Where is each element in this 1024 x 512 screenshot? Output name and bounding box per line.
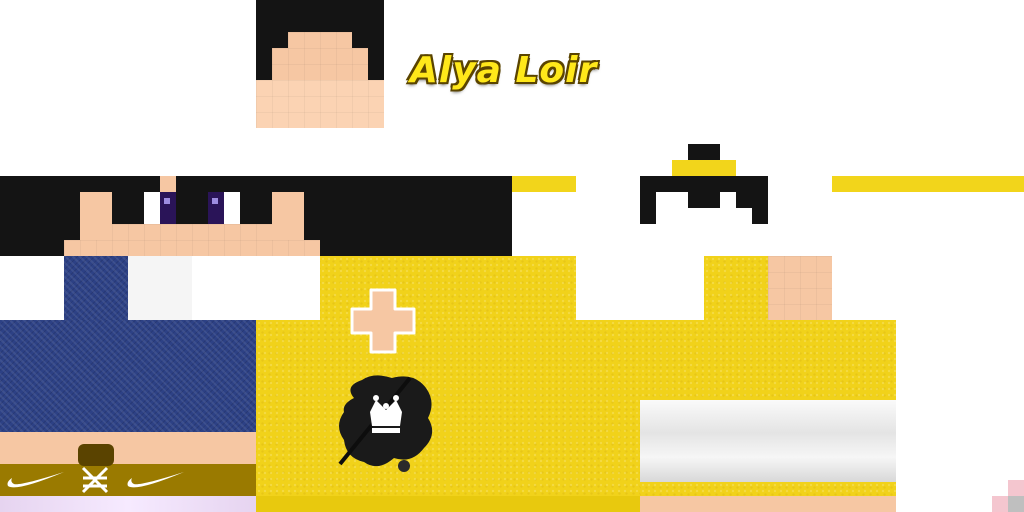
head-side-ear-right <box>272 192 304 240</box>
hat-rim <box>640 176 768 192</box>
shoe-tongue <box>78 444 114 466</box>
pixel-mark-2 <box>992 496 1008 512</box>
pixel-mark-3 <box>1008 496 1024 512</box>
eye-right-iris <box>208 192 224 224</box>
laces-icon <box>81 466 109 494</box>
eye-right <box>208 192 240 224</box>
crown-emblem-icon <box>338 375 433 472</box>
shoe <box>0 464 256 496</box>
face-skin-bottom <box>256 80 384 128</box>
eye-left-iris <box>160 192 176 224</box>
sole <box>0 496 256 512</box>
eye-left-pupil <box>164 198 170 204</box>
head-top-face <box>256 0 384 128</box>
arm-wrap-border <box>640 482 896 496</box>
bow-top <box>688 144 720 160</box>
hair-right <box>368 32 384 80</box>
hat-leg-4 <box>736 192 752 208</box>
ankle-skin <box>0 432 256 464</box>
hair-notch <box>272 32 288 48</box>
arm-wrap <box>640 400 896 482</box>
cross-badge-icon <box>350 288 416 354</box>
fringe-right <box>240 176 272 224</box>
hair-top <box>256 0 384 32</box>
swoosh-icon <box>127 472 184 488</box>
shirt-body <box>256 320 640 496</box>
hand <box>640 496 896 512</box>
shirt-hem <box>256 496 640 512</box>
hat-leg-2 <box>688 192 704 208</box>
hat-leg-3 <box>704 192 720 208</box>
hat-leg-5 <box>752 192 768 224</box>
sleeve-top <box>704 256 768 320</box>
face-skin-mid <box>272 48 368 80</box>
hat-stripe-left <box>512 176 576 192</box>
eye-right-pupil <box>212 198 218 204</box>
skin-title: Alya Loir <box>410 50 598 91</box>
eye-left <box>144 192 176 224</box>
hand-top <box>768 256 832 320</box>
head-side-ear-left <box>80 192 112 240</box>
sleeve <box>640 320 896 400</box>
fringe-center <box>176 176 208 224</box>
hat-leg-1 <box>640 192 656 224</box>
pants-top <box>64 256 128 320</box>
head-back <box>384 176 512 256</box>
nose-bridge <box>160 176 176 192</box>
face-skin-top <box>288 32 352 48</box>
pants-leg <box>0 320 256 432</box>
hair-notch-r <box>352 32 368 48</box>
swoosh-icon <box>7 472 64 488</box>
pants-top-white <box>128 256 192 320</box>
hair-left <box>256 32 272 80</box>
bow-band <box>672 160 736 176</box>
pixel-mark <box>1008 480 1024 496</box>
head-side-skin-right <box>256 240 320 256</box>
hat-stripe-right <box>832 176 1024 192</box>
